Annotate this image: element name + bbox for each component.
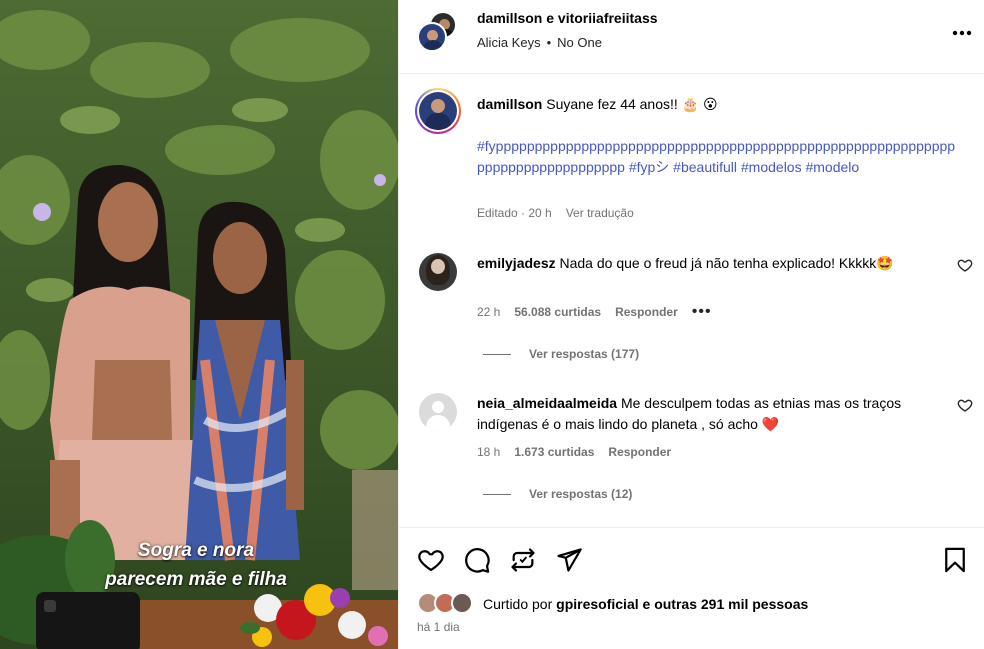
view-replies-button[interactable]: Ver respostas (12) [483,487,632,501]
more-options-button[interactable] [951,22,973,44]
more-horizontal-icon [952,30,972,36]
photo-caption-line1: Sogra e nora [137,540,255,561]
heart-icon[interactable] [957,257,973,273]
comment-time: 18 h [477,445,501,459]
comment-username[interactable]: emilyjadesz [477,255,556,271]
post-actions: Curtido por gpiresoficial e outras 291 m… [399,527,984,649]
save-button[interactable] [941,546,969,574]
avatar[interactable] [419,393,457,431]
photo-overlay-caption: Sogra e nora parecem mãe e filha [58,536,334,594]
post-header: damillson e vitoriiafreiitass Alicia Key… [399,0,984,74]
music-artist[interactable]: Alicia Keys [477,35,541,50]
audio-attribution[interactable]: Alicia Keys • No One [477,35,602,50]
music-track[interactable]: No One [557,35,602,50]
replies-divider [483,493,511,495]
post-photo[interactable]: Sogra e nora parecem mãe e filha [0,0,398,649]
music-separator: • [546,35,552,50]
share-icon [557,548,582,572]
liked-suffix[interactable]: e outras 291 mil pessoas [643,596,809,612]
caption-text: damillson Suyane fez 44 anos!! 🎂 😮 [477,94,957,115]
liked-prefix: Curtido por [483,596,553,612]
liked-user[interactable]: gpiresoficial [556,596,638,612]
comment-meta: 18 h 1.673 curtidas Responder [477,445,671,459]
like-button[interactable] [417,546,445,574]
likes-text: Curtido por gpiresoficial e outras 291 m… [483,596,808,612]
caption-hashtags[interactable]: #fyppppppppppppppppppppppppppppppppppppp… [477,136,957,178]
likes-summary[interactable]: Curtido por gpiresoficial e outras 291 m… [417,592,808,616]
collab-avatars[interactable] [417,11,459,52]
photo-caption-line2: parecem mãe e filha [105,569,287,590]
action-icons [417,546,583,574]
caption-body: Suyane fez 44 anos!! 🎂 😮 [546,96,718,112]
reply-button[interactable]: Responder [615,305,678,319]
comment-body: Nada do que o freud já não tenha explica… [559,255,894,271]
avatar[interactable] [415,88,461,134]
view-replies-label[interactable]: Ver respostas (12) [529,487,632,501]
replies-divider [483,353,511,355]
heart-icon [418,550,444,572]
caption-username[interactable]: damillson [477,96,542,112]
avatar[interactable] [419,253,457,291]
repost-button[interactable] [509,546,537,574]
post-author-names[interactable]: damillson e vitoriiafreiitass [477,10,658,26]
post-side-panel: damillson e vitoriiafreiitass Alicia Key… [398,0,984,649]
view-replies-label[interactable]: Ver respostas (177) [529,347,639,361]
comment-likes[interactable]: 1.673 curtidas [514,445,594,459]
bookmark-icon [945,547,965,573]
comment-text: neia_almeidaalmeida Me desculpem todas a… [477,393,937,435]
share-button[interactable] [555,546,583,574]
comment-username[interactable]: neia_almeidaalmeida [477,395,617,411]
reply-button[interactable]: Responder [608,445,671,459]
avatar [451,592,473,614]
post-date: há 1 dia [417,620,460,634]
view-replies-button[interactable]: Ver respostas (177) [483,347,639,361]
translate-link[interactable]: Ver tradução [566,206,634,220]
comment-icon [465,548,490,573]
liker-avatars [417,592,475,616]
comment-button[interactable] [463,546,491,574]
comment-time: 22 h [477,305,501,319]
repost-icon [511,548,535,572]
comment-meta: 22 h 56.088 curtidas Responder ••• [477,304,712,320]
avatar [417,22,447,52]
caption-edited: Editado · 20 h [477,206,552,220]
caption-meta: Editado · 20 h Ver tradução [477,206,634,220]
comment-text: emilyjadesz Nada do que o freud já não t… [477,253,937,274]
comment-more-button[interactable]: ••• [692,304,712,320]
comment-likes[interactable]: 56.088 curtidas [514,305,601,319]
heart-icon[interactable] [957,397,973,413]
